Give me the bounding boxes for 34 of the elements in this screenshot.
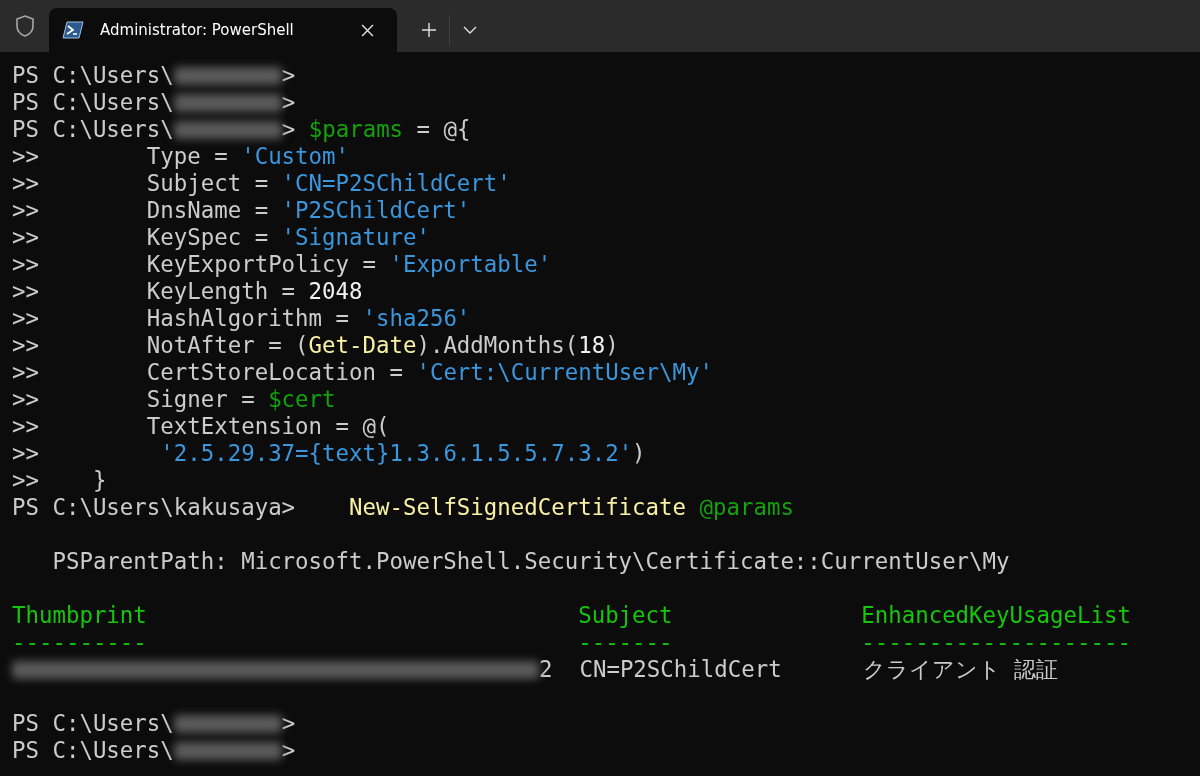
terminal-text: > $params = @{ [281,116,471,143]
terminal-text: > [281,62,296,89]
terminal-tab[interactable]: Administrator: PowerShell [49,8,397,52]
terminal-text: 2 CN=P2SChildCert クライアント 認証 [539,656,1058,683]
terminal-text: > [281,737,296,764]
terminal-text: PS C:\Users\ [12,89,174,116]
terminal-text: > [281,89,296,116]
terminal-text: PS C:\Users\kakusaya> New-SelfSignedCertificate @params [12,494,794,521]
terminal-text: >> '2.5.29.37={text}1.3.6.1.5.5.7.3.2') [12,440,646,467]
terminal-text: >> CertStoreLocation = 'Cert:\CurrentUser\My' [12,359,713,386]
powershell-icon [62,21,84,39]
plus-icon [421,22,437,38]
terminal-text: >> KeyExportPolicy = 'Exportable' [12,251,552,278]
terminal-text: >> NotAfter = (Get-Date).AddMonths(18) [12,332,619,359]
terminal-text: > [281,710,296,737]
close-icon [360,23,374,37]
terminal-text: PS C:\Users\ [12,737,174,764]
terminal-text: >> KeyLength = 2048 [12,278,363,305]
terminal-text: >> Type = 'Custom' [12,143,349,170]
terminal-text: ---------- ------- -------------------- [12,629,1131,656]
terminal-text: >> Subject = 'CN=P2SChildCert' [12,170,511,197]
terminal-text: >> DnsName = 'P2SChildCert' [12,197,471,224]
shield-icon [15,15,35,37]
terminal-text: PS C:\Users\ [12,710,174,737]
terminal-text: >> HashAlgorithm = 'sha256' [12,305,471,332]
terminal-text: Thumbprint Subject EnhancedKeyUsageList [12,602,1131,629]
chevron-down-icon [463,26,477,34]
terminal-text: PS C:\Users\ [12,116,174,143]
terminal-text: >> TextExtension = @( [12,413,390,440]
terminal-text: >> Signer = $cert [12,386,336,413]
terminal-text: PSParentPath: Microsoft.PowerShell.Security\Certificate::CurrentUser\My [51,548,1010,575]
terminal-text: >> } [12,467,107,494]
terminal-text: >> KeySpec = 'Signature' [12,224,430,251]
terminal-text: PS C:\Users\ [12,62,174,89]
